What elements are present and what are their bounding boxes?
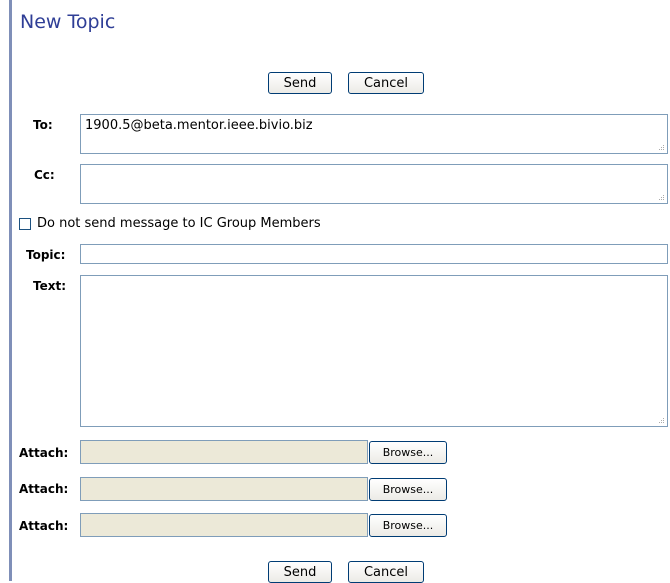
no-group-checkbox[interactable] xyxy=(19,218,31,230)
page-title: New Topic xyxy=(20,11,116,33)
cancel-button-bottom[interactable]: Cancel xyxy=(348,561,424,583)
attach-label-2: Attach: xyxy=(19,482,69,496)
resize-grip-icon[interactable] xyxy=(657,143,665,151)
no-group-checkbox-label: Do not send message to IC Group Members xyxy=(37,216,321,231)
topic-label: Topic: xyxy=(26,248,66,262)
attach-file-input-1[interactable] xyxy=(80,440,368,464)
to-label: To: xyxy=(33,118,53,132)
resize-grip-icon[interactable] xyxy=(657,416,665,424)
attach-file-input-3[interactable] xyxy=(80,513,368,537)
cc-label: Cc: xyxy=(34,168,55,182)
cancel-button-top[interactable]: Cancel xyxy=(348,72,424,94)
resize-grip-icon[interactable] xyxy=(657,193,665,201)
topic-input[interactable] xyxy=(80,244,668,264)
attach-file-input-2[interactable] xyxy=(80,477,368,501)
browse-button-1[interactable]: Browse... xyxy=(369,441,447,464)
to-value: 1900.5@beta.mentor.ieee.bivio.biz xyxy=(85,118,313,133)
send-button-bottom[interactable]: Send xyxy=(268,561,332,583)
attach-label-3: Attach: xyxy=(19,519,69,533)
browse-button-2[interactable]: Browse... xyxy=(369,478,447,501)
left-accent-bar xyxy=(9,0,12,581)
to-field[interactable]: 1900.5@beta.mentor.ieee.bivio.biz xyxy=(80,114,668,154)
cc-field[interactable] xyxy=(80,164,668,204)
text-area[interactable] xyxy=(80,275,668,427)
text-label: Text: xyxy=(33,279,67,293)
attach-label-1: Attach: xyxy=(19,446,69,460)
send-button-top[interactable]: Send xyxy=(268,72,332,94)
browse-button-3[interactable]: Browse... xyxy=(369,514,447,537)
